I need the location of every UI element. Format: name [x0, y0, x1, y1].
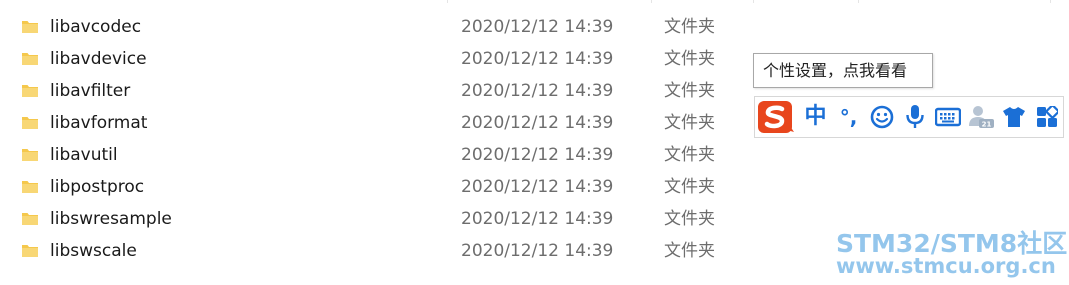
- file-modified-date: 2020/12/12 14:39: [461, 113, 614, 133]
- file-modified-date: 2020/12/12 14:39: [461, 241, 614, 261]
- folder-icon: [22, 180, 38, 194]
- file-type: 文件夹: [664, 145, 715, 165]
- folder-icon: [22, 116, 38, 130]
- file-name: libswresample: [50, 209, 172, 229]
- watermark-url: www.stmcu.org.cn: [836, 254, 1056, 278]
- column-separator[interactable]: [651, 0, 652, 3]
- file-modified-date: 2020/12/12 14:39: [461, 81, 614, 101]
- file-list: libavcodec 2020/12/12 14:39 文件夹 libavdev…: [0, 12, 760, 268]
- column-separator[interactable]: [447, 0, 448, 3]
- file-type: 文件夹: [664, 241, 715, 261]
- svg-text:21: 21: [981, 121, 991, 129]
- file-row[interactable]: libavfilter 2020/12/12 14:39 文件夹: [0, 76, 760, 108]
- file-type: 文件夹: [664, 49, 715, 69]
- chinese-mode-label: 中: [804, 104, 827, 129]
- file-type: 文件夹: [664, 17, 715, 37]
- file-row[interactable]: libavformat 2020/12/12 14:39 文件夹: [0, 108, 760, 140]
- file-name: libavcodec: [50, 17, 142, 37]
- chinese-mode-icon[interactable]: 中: [799, 97, 832, 137]
- file-name: libavutil: [50, 145, 118, 165]
- microphone-icon[interactable]: [898, 97, 931, 137]
- file-name: libavformat: [50, 113, 148, 133]
- column-separator[interactable]: [1050, 0, 1051, 3]
- column-separator[interactable]: [858, 0, 859, 3]
- user-account-icon[interactable]: 21: [964, 97, 997, 137]
- file-type: 文件夹: [664, 209, 715, 229]
- folder-icon: [22, 148, 38, 162]
- punctuation-label: °,: [839, 105, 858, 129]
- folder-icon: [22, 244, 38, 258]
- folder-icon: [22, 20, 38, 34]
- file-name: libswscale: [50, 241, 137, 261]
- file-row[interactable]: libswscale 2020/12/12 14:39 文件夹: [0, 236, 760, 268]
- skin-shirt-icon[interactable]: [997, 97, 1030, 137]
- file-modified-date: 2020/12/12 14:39: [461, 209, 614, 229]
- file-name: libavfilter: [50, 81, 131, 101]
- toolbox-grid-icon[interactable]: [1030, 97, 1063, 137]
- file-modified-date: 2020/12/12 14:39: [461, 49, 614, 69]
- file-type: 文件夹: [664, 177, 715, 197]
- sogou-logo-icon[interactable]: [757, 99, 795, 135]
- file-row[interactable]: libavcodec 2020/12/12 14:39 文件夹: [0, 12, 760, 44]
- tooltip-text: 个性设置，点我看看: [763, 61, 908, 80]
- folder-icon: [22, 52, 38, 66]
- file-modified-date: 2020/12/12 14:39: [461, 177, 614, 197]
- file-modified-date: 2020/12/12 14:39: [461, 17, 614, 37]
- file-name: libpostproc: [50, 177, 145, 197]
- file-modified-date: 2020/12/12 14:39: [461, 145, 614, 165]
- ime-tooltip: 个性设置，点我看看: [753, 53, 933, 88]
- file-row[interactable]: libpostproc 2020/12/12 14:39 文件夹: [0, 172, 760, 204]
- folder-icon: [22, 84, 38, 98]
- file-row[interactable]: libavdevice 2020/12/12 14:39 文件夹: [0, 44, 760, 76]
- keyboard-icon[interactable]: [931, 97, 964, 137]
- column-separator[interactable]: [753, 0, 754, 3]
- file-name: libavdevice: [50, 49, 147, 69]
- emoji-icon[interactable]: [865, 97, 898, 137]
- folder-icon: [22, 212, 38, 226]
- file-row[interactable]: libavutil 2020/12/12 14:39 文件夹: [0, 140, 760, 172]
- file-type: 文件夹: [664, 81, 715, 101]
- file-row[interactable]: libswresample 2020/12/12 14:39 文件夹: [0, 204, 760, 236]
- ime-toolbar: 中 °, 21: [754, 96, 1064, 138]
- punctuation-icon[interactable]: °,: [832, 97, 865, 137]
- file-type: 文件夹: [664, 113, 715, 133]
